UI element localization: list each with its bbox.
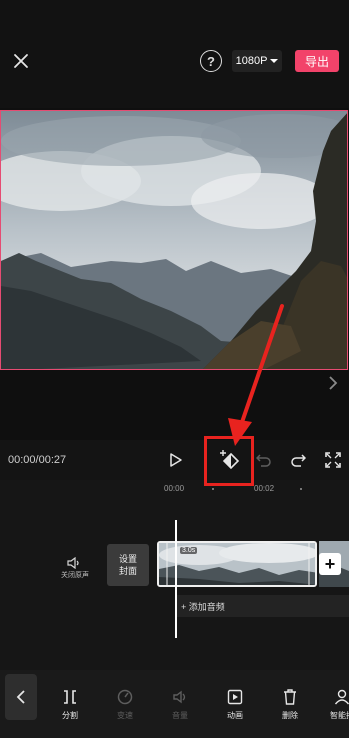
caret-down-icon [270, 59, 279, 63]
toolbar-split[interactable]: 分割 [48, 680, 92, 730]
annotation-arrow [228, 304, 284, 446]
export-label: 导出 [304, 54, 329, 69]
play-button[interactable] [166, 450, 186, 470]
close-button[interactable] [8, 48, 34, 74]
toolbar-animation[interactable]: 动画 [213, 680, 257, 730]
timeline-tick: 00:00 [164, 484, 185, 493]
tick-dot [300, 488, 302, 490]
person-icon [334, 689, 349, 705]
redo-button[interactable] [288, 450, 308, 470]
speaker-icon [67, 557, 79, 569]
set-cover-button[interactable]: 设置 封面 [107, 544, 149, 586]
add-audio-label: + 添加音频 [181, 601, 225, 612]
back-button[interactable] [5, 674, 37, 720]
toolbar-label: 变速 [117, 711, 133, 720]
split-icon [64, 690, 76, 704]
help-icon: ? [207, 53, 215, 69]
toolbar-delete[interactable]: 删除 [268, 680, 312, 730]
delete-icon [284, 689, 296, 705]
toolbar-label: 删除 [282, 711, 298, 720]
cover-label: 封面 [118, 566, 137, 576]
toolbar-label: 分割 [62, 711, 78, 720]
play-icon [170, 453, 182, 467]
toolbar-smart-cutout[interactable]: 智能抠 [320, 680, 349, 730]
animation-icon [227, 689, 243, 705]
toolbar-label: 智能抠 [330, 711, 349, 720]
undo-icon [256, 454, 271, 467]
fullscreen-button[interactable] [324, 451, 342, 469]
toolbar-speed[interactable]: 变速 [103, 680, 147, 730]
playhead[interactable] [175, 520, 177, 638]
add-clip-button[interactable]: + [319, 553, 341, 575]
resolution-label: 1080P [235, 55, 268, 67]
cover-label: 设置 [118, 554, 137, 564]
fullscreen-icon [325, 452, 341, 468]
redo-icon [291, 454, 306, 467]
speed-icon [117, 689, 133, 705]
chevron-right-icon [329, 376, 338, 390]
next-arrow-button[interactable] [320, 370, 346, 396]
mute-label: 关闭原声 [61, 572, 89, 579]
close-icon [14, 54, 28, 68]
plus-icon: + [324, 553, 336, 574]
toolbar-label: 动画 [227, 711, 243, 720]
video-preview[interactable] [0, 110, 348, 370]
timeline-tick: 00:02 [254, 484, 275, 493]
resolution-dropdown[interactable]: 1080P [232, 50, 282, 72]
export-button[interactable]: 导出 [295, 50, 339, 72]
toolbar-volume[interactable]: 音量 [158, 680, 202, 730]
help-button[interactable]: ? [200, 50, 222, 72]
tick-dot [212, 488, 214, 490]
clip-duration-badge: 3.0s [180, 547, 198, 554]
undo-button[interactable] [254, 450, 274, 470]
add-audio-button[interactable]: + 添加音频 [177, 595, 349, 617]
chevron-left-icon [16, 690, 25, 704]
volume-icon [173, 690, 186, 704]
toolbar-label: 音量 [172, 711, 188, 720]
timecode: 00:00/00:27 [8, 454, 67, 466]
mountain-landscape-image [1, 111, 347, 369]
